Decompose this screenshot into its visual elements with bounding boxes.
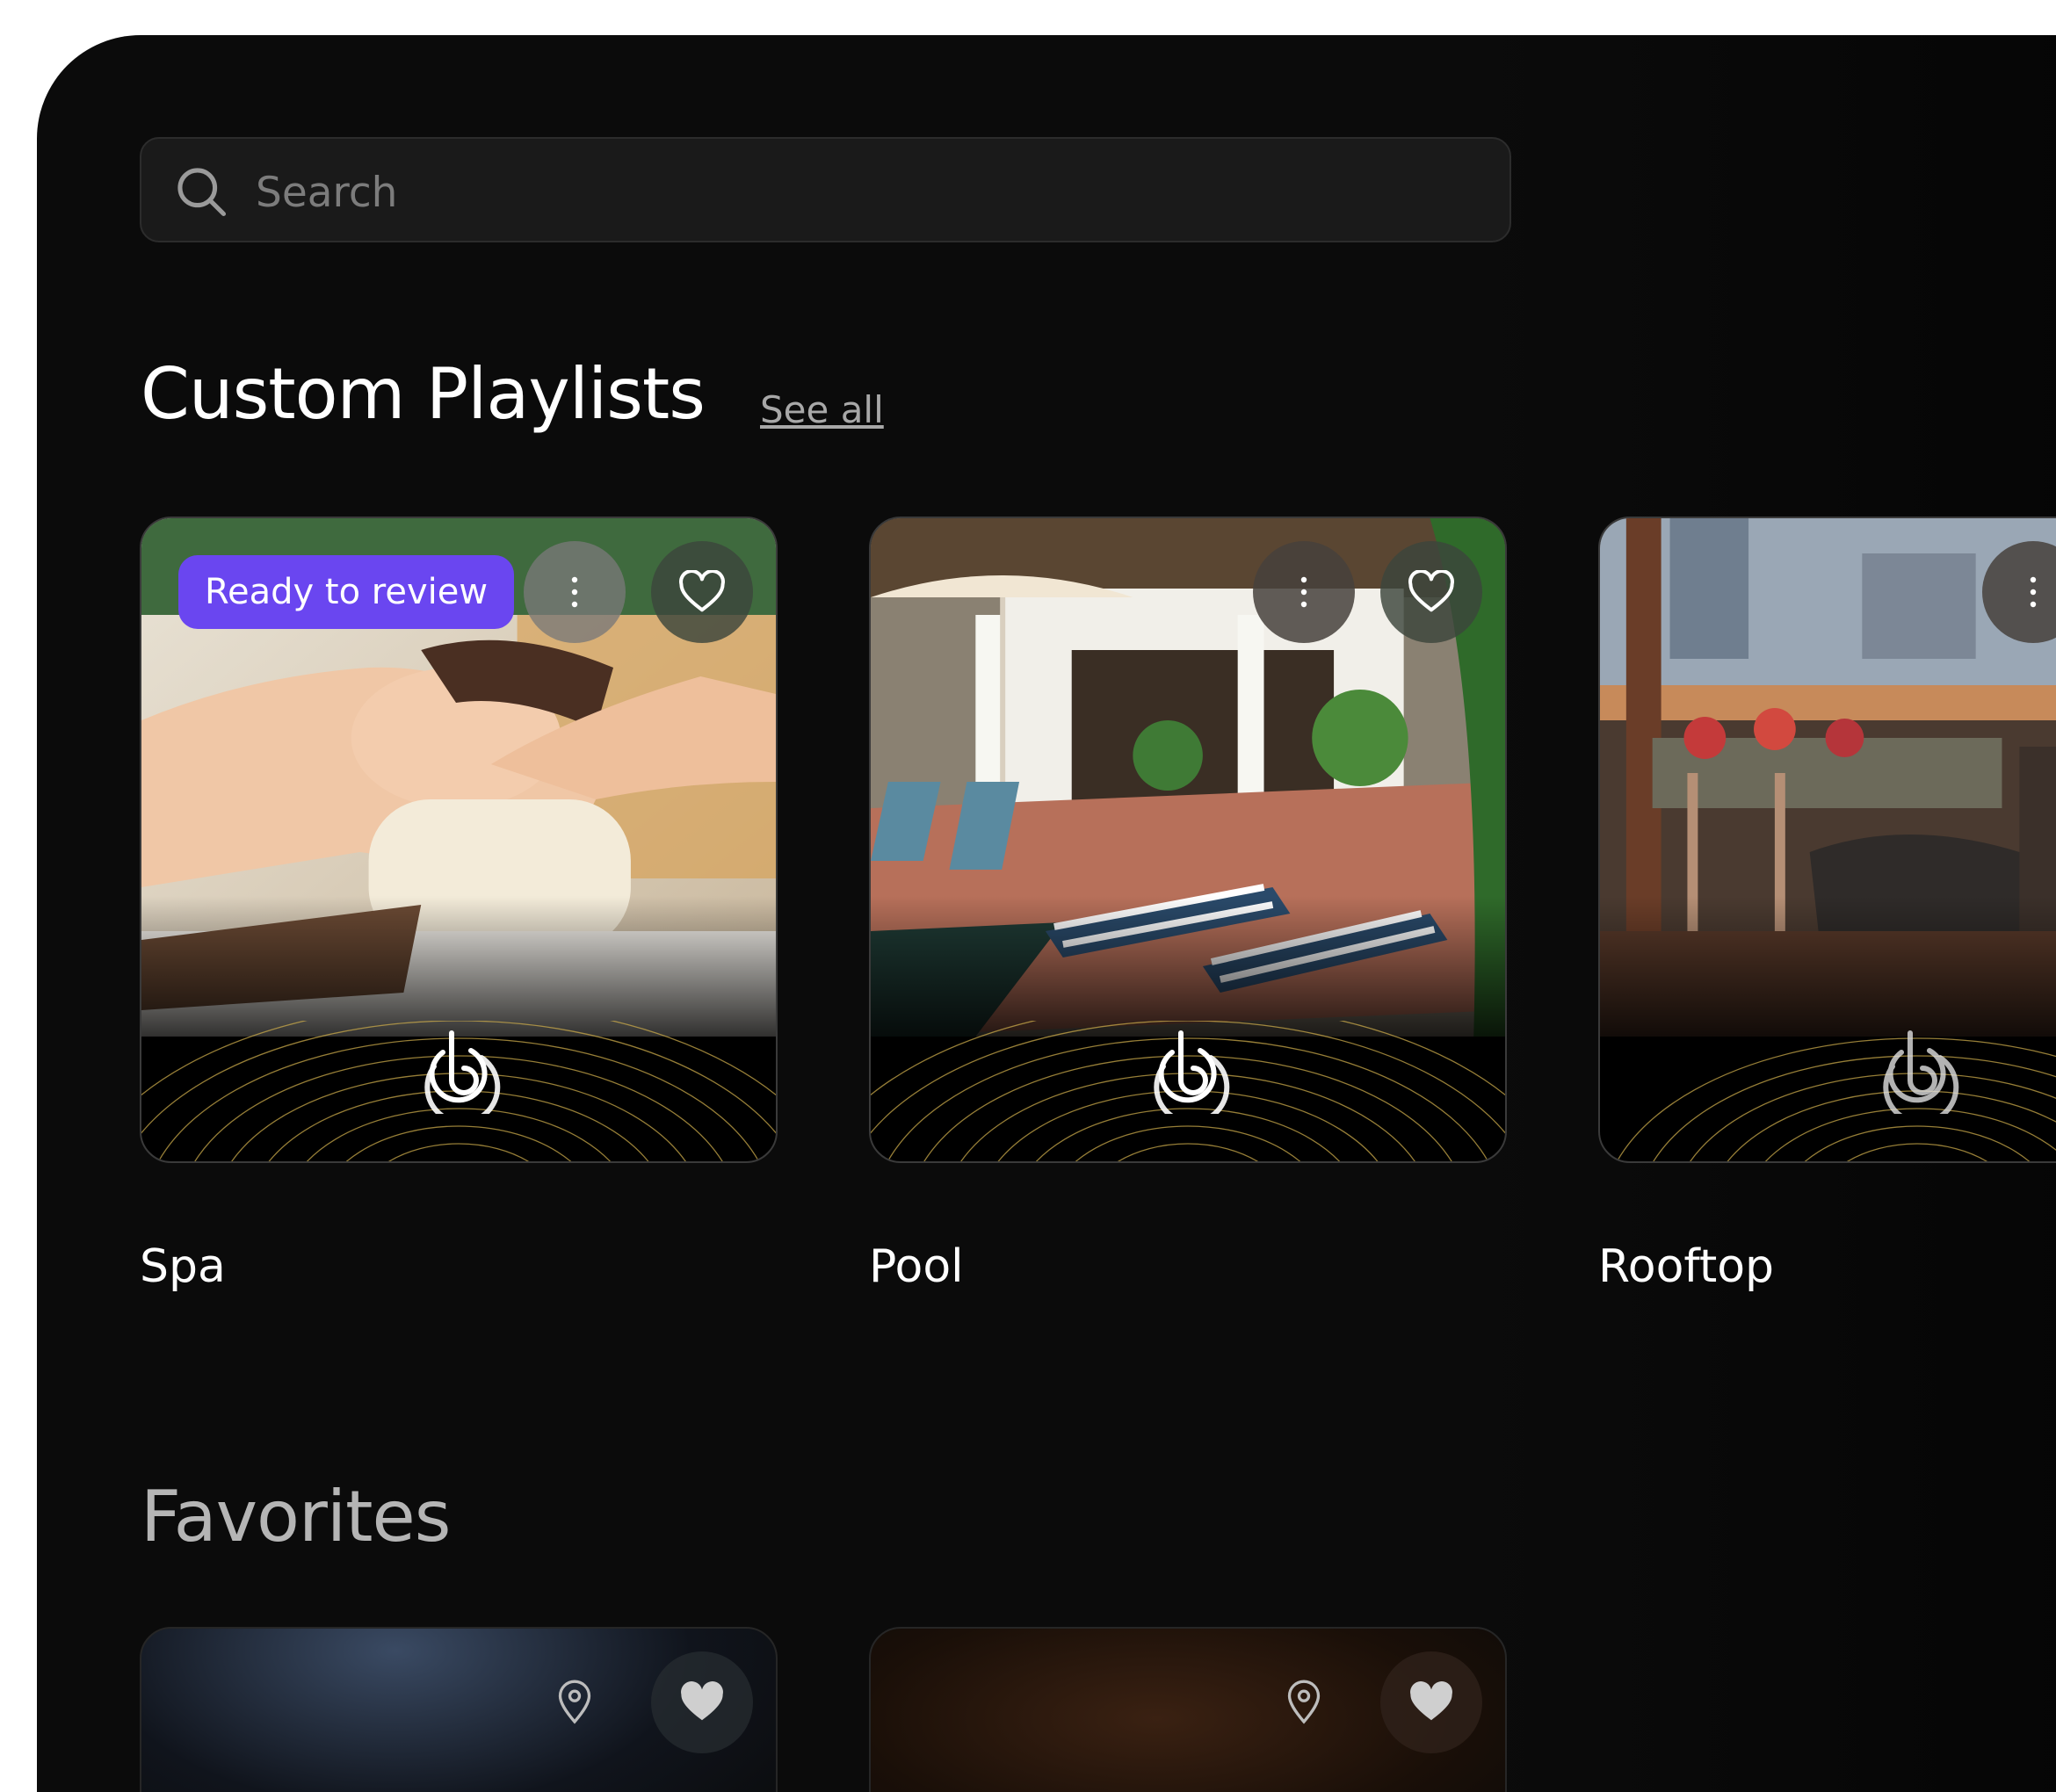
map-pin-icon (1287, 1680, 1321, 1724)
see-all-link[interactable]: See all (760, 388, 884, 431)
search-bar[interactable] (140, 137, 1511, 242)
playlist-card-rooftop[interactable] (1598, 517, 2056, 1163)
app-window: Custom Playlists See all (37, 35, 2056, 1792)
more-options-button[interactable] (1253, 541, 1355, 643)
search-input[interactable] (254, 156, 1470, 228)
decorative-arcs (1616, 1037, 2056, 1161)
brand-logo-icon (1154, 1030, 1230, 1114)
status-badge: Ready to review (178, 555, 515, 629)
more-options-button[interactable] (524, 541, 626, 643)
favorite-button[interactable] (1380, 1651, 1482, 1753)
map-pin-icon (558, 1680, 591, 1724)
favorite-button[interactable] (1380, 541, 1482, 643)
card-label-spa: Spa (140, 1240, 226, 1293)
location-button[interactable] (1253, 1651, 1355, 1753)
playlist-card-spa[interactable]: Ready to review (140, 517, 778, 1163)
favorite-button[interactable] (651, 1651, 753, 1753)
search-icon (177, 168, 227, 217)
more-vertical-icon (2030, 576, 2037, 608)
favorite-card[interactable] (869, 1627, 1507, 1792)
section-title-favorites: Favorites (141, 1476, 451, 1557)
heart-filled-icon (1410, 1681, 1452, 1721)
card-label-pool: Pool (869, 1240, 964, 1293)
card-label-rooftop: Rooftop (1598, 1240, 1775, 1293)
heart-outline-icon (1408, 570, 1454, 612)
heart-filled-icon (681, 1681, 723, 1721)
more-vertical-icon (1300, 576, 1307, 608)
location-button[interactable] (524, 1651, 626, 1753)
favorite-button[interactable] (651, 541, 753, 643)
favorite-card[interactable] (140, 1627, 778, 1792)
brand-logo-icon (1883, 1030, 1959, 1114)
heart-outline-icon (679, 570, 725, 612)
section-title-custom-playlists: Custom Playlists (141, 353, 706, 435)
playlist-card-pool[interactable] (869, 517, 1507, 1163)
more-vertical-icon (571, 576, 578, 608)
brand-logo-icon (424, 1030, 501, 1114)
